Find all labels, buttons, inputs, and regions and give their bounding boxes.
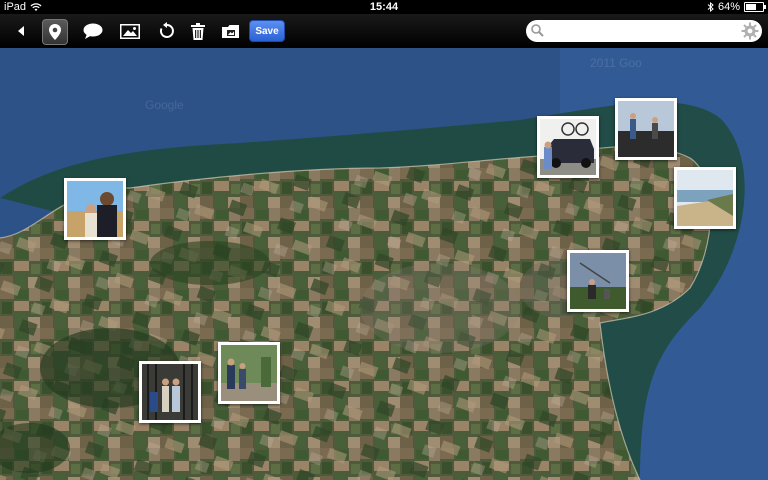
clock: 15:44 xyxy=(369,1,399,13)
speech-bubble-icon xyxy=(83,23,103,39)
album-folder-icon xyxy=(222,24,239,38)
photo-beach-couple-image xyxy=(67,181,123,237)
toolbar: Save xyxy=(0,14,768,48)
picture-icon xyxy=(120,23,140,39)
photo-family-garden[interactable] xyxy=(218,342,280,404)
photo-people-rooftop-image xyxy=(618,101,674,157)
photo-two-people-gate-image xyxy=(142,364,198,420)
photo-car-bikes[interactable] xyxy=(537,116,599,178)
bluetooth-icon xyxy=(707,2,714,12)
photo-car-bikes-image xyxy=(540,119,596,175)
photo-people-rooftop[interactable] xyxy=(615,98,677,160)
photo-people-park[interactable] xyxy=(567,250,629,312)
photo-button[interactable] xyxy=(117,18,143,44)
status-bar: iPad 15:44 64% xyxy=(0,0,768,14)
location-pin-button[interactable] xyxy=(42,19,68,45)
photo-beach-couple[interactable] xyxy=(64,178,126,240)
trash-button[interactable] xyxy=(187,18,209,44)
back-arrow-icon xyxy=(18,26,24,36)
search-input[interactable] xyxy=(548,22,742,42)
search-box[interactable] xyxy=(526,20,762,42)
back-button[interactable] xyxy=(12,18,32,44)
save-button[interactable]: Save xyxy=(249,20,285,42)
map-watermark-right: 2011 Goo xyxy=(590,56,642,70)
search-icon xyxy=(531,24,544,37)
photo-family-garden-image xyxy=(221,345,277,401)
rotate-icon xyxy=(159,22,174,38)
battery-percent: 64% xyxy=(717,1,740,13)
battery-fill xyxy=(746,4,757,10)
battery-icon xyxy=(744,2,766,12)
photo-people-park-image xyxy=(570,253,626,309)
photo-two-people-gate[interactable] xyxy=(139,361,201,423)
photo-cliff-beach[interactable] xyxy=(674,167,736,229)
trash-icon xyxy=(191,22,205,40)
rotate-button[interactable] xyxy=(154,18,180,44)
photo-cliff-beach-image xyxy=(677,170,733,226)
comment-button[interactable] xyxy=(80,18,106,44)
satellite-map[interactable]: Google 2011 Goo xyxy=(0,48,768,480)
map-watermark-left: Google xyxy=(145,98,184,112)
settings-gear-icon[interactable] xyxy=(741,22,759,40)
map-pin-icon xyxy=(49,24,61,40)
album-button[interactable] xyxy=(219,18,243,44)
